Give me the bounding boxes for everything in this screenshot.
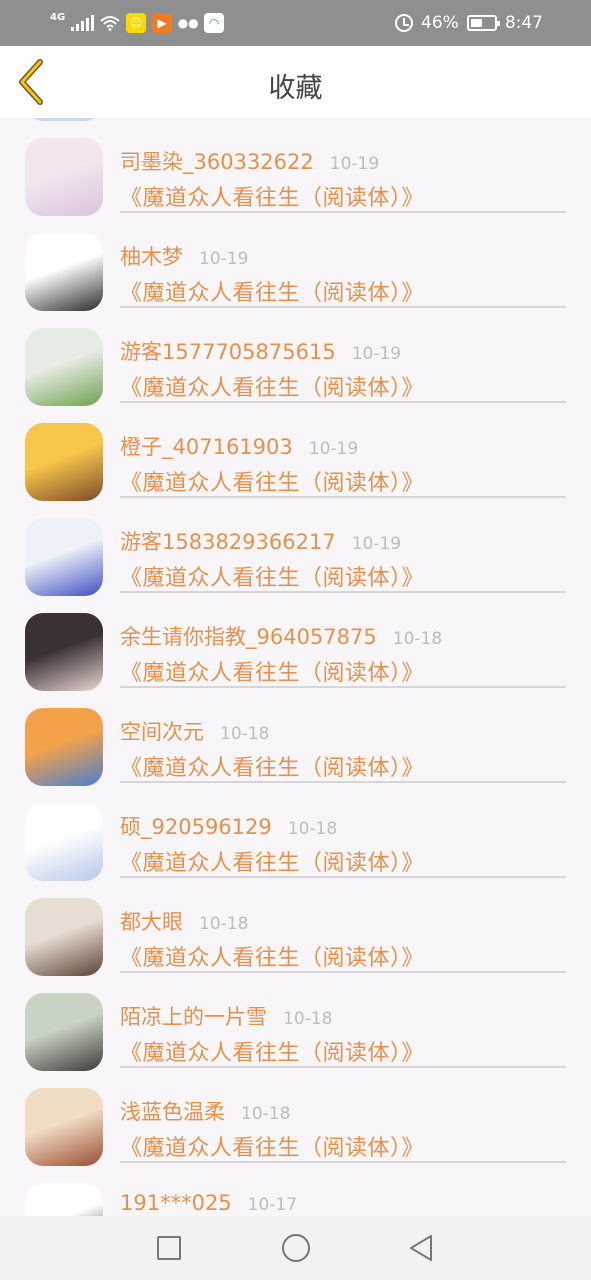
favorite-date: 10-19: [351, 534, 402, 554]
app-header: 收藏: [0, 46, 591, 118]
favorite-date: 10-19: [351, 344, 402, 364]
favorite-date: 10-18: [199, 914, 249, 934]
list-item[interactable]: 浅蓝色温柔 10-18 《魔道众人看往生（阅读体）》: [0, 1068, 591, 1166]
book-title[interactable]: 《魔道众人看往生（阅读体）》: [120, 180, 424, 212]
avatar[interactable]: [25, 1088, 103, 1166]
list-item[interactable]: 司墨染_360332622 10-19 《魔道众人看往生（阅读体）》: [0, 118, 591, 216]
browser-app-icon: ◠: [204, 13, 225, 33]
video-app-icon: ▶: [152, 13, 173, 33]
avatar[interactable]: [25, 708, 103, 786]
book-title[interactable]: 《魔道众人看往生（阅读体）》: [120, 1130, 424, 1162]
avatar[interactable]: [25, 803, 103, 881]
username[interactable]: 柚木梦: [120, 241, 183, 271]
book-title[interactable]: 《魔道众人看往生（阅读体）》: [120, 845, 424, 877]
username[interactable]: 游客1577705875615: [120, 336, 336, 366]
favorite-date: 10-19: [308, 439, 359, 459]
favorite-date: 10-18: [287, 819, 338, 839]
list-item[interactable]: 空间次元 10-18 《魔道众人看往生（阅读体）》: [0, 688, 591, 786]
wechat-icon: ●●: [177, 16, 199, 30]
list-item[interactable]: 余生请你指教_964057875 10-18 《魔道众人看往生（阅读体）》: [0, 593, 591, 691]
book-title[interactable]: 《魔道众人看往生（阅读体）》: [120, 560, 424, 592]
book-title[interactable]: 《魔道众人看往生（阅读体）》: [120, 655, 424, 687]
list-item[interactable]: 陌凉上的一片雪 10-18 《魔道众人看往生（阅读体）》: [0, 973, 591, 1071]
alarm-icon: [395, 14, 414, 32]
list-item[interactable]: 柚木梦 10-19 《魔道众人看往生（阅读体）》: [0, 213, 591, 311]
avatar[interactable]: [25, 233, 103, 311]
book-title[interactable]: 《魔道众人看往生（阅读体）》: [120, 275, 424, 307]
wifi-icon: [100, 16, 120, 31]
username[interactable]: 空间次元: [120, 716, 204, 746]
favorite-date: 10-18: [283, 1009, 333, 1029]
avatar[interactable]: [25, 1183, 103, 1216]
username[interactable]: 游客1583829366217: [120, 526, 336, 556]
battery-percent: 46%: [421, 13, 459, 33]
favorite-date: 10-18: [392, 629, 443, 649]
recent-apps-button[interactable]: [157, 1236, 181, 1260]
list-item[interactable]: 191***025 10-17: [0, 1163, 591, 1216]
username[interactable]: 浅蓝色温柔: [120, 1096, 225, 1126]
list-item[interactable]: 游客1577705875615 10-19 《魔道众人看往生（阅读体）》: [0, 308, 591, 406]
username[interactable]: 陌凉上的一片雪: [120, 1001, 267, 1031]
username[interactable]: 司墨染_360332622: [120, 146, 314, 176]
username[interactable]: 191***025: [120, 1191, 232, 1215]
system-nav-bar: [0, 1216, 591, 1280]
avatar[interactable]: [25, 138, 103, 216]
notification-app-icon: ☺: [126, 13, 147, 33]
status-bar-right: 46% 8:47: [395, 11, 543, 35]
home-button[interactable]: [282, 1234, 310, 1262]
favorites-list[interactable]: 司墨染_360332622 10-19 《魔道众人看往生（阅读体）》 柚木梦 10-…: [0, 118, 591, 1216]
avatar[interactable]: [25, 518, 103, 596]
favorite-date: 10-18: [241, 1104, 291, 1124]
list-item[interactable]: 橙子_407161903 10-19 《魔道众人看往生（阅读体）》: [0, 403, 591, 501]
book-title[interactable]: 《魔道众人看往生（阅读体）》: [120, 1035, 424, 1067]
list-item[interactable]: 都大眼 10-18 《魔道众人看往生（阅读体）》: [0, 878, 591, 976]
system-back-button[interactable]: [408, 1234, 434, 1262]
clock: 8:47: [504, 13, 543, 33]
battery-icon: [466, 15, 500, 31]
page-title: 收藏: [268, 73, 323, 104]
avatar[interactable]: [25, 898, 103, 976]
list-item[interactable]: 硕_920596129 10-18 《魔道众人看往生（阅读体）》: [0, 783, 591, 881]
avatar[interactable]: [25, 423, 103, 501]
book-title[interactable]: 《魔道众人看往生（阅读体）》: [120, 940, 424, 972]
status-bar: 4G ☺ ▶ ●● ◠ 46% 8:47: [0, 0, 591, 46]
book-title[interactable]: 《魔道众人看往生（阅读体）》: [120, 750, 424, 782]
username[interactable]: 余生请你指教_964057875: [120, 621, 377, 651]
network-type: 4G: [50, 11, 66, 23]
favorite-date: 10-18: [220, 724, 270, 744]
book-title[interactable]: 《魔道众人看往生（阅读体）》: [120, 370, 424, 402]
username[interactable]: 橙子_407161903: [120, 431, 293, 461]
favorite-date: 10-19: [199, 249, 249, 269]
favorite-date: 10-17: [247, 1195, 298, 1215]
avatar[interactable]: [25, 993, 103, 1071]
list-item[interactable]: 游客1583829366217 10-19 《魔道众人看往生（阅读体）》: [0, 498, 591, 596]
favorite-date: 10-19: [329, 154, 380, 174]
signal-icon: [71, 15, 95, 31]
avatar[interactable]: [25, 328, 103, 406]
status-bar-left: 4G ☺ ▶ ●● ◠: [50, 11, 225, 35]
avatar[interactable]: [25, 613, 103, 691]
username[interactable]: 都大眼: [120, 906, 183, 936]
username[interactable]: 硕_920596129: [120, 811, 272, 841]
book-title[interactable]: 《魔道众人看往生（阅读体）》: [120, 465, 424, 497]
